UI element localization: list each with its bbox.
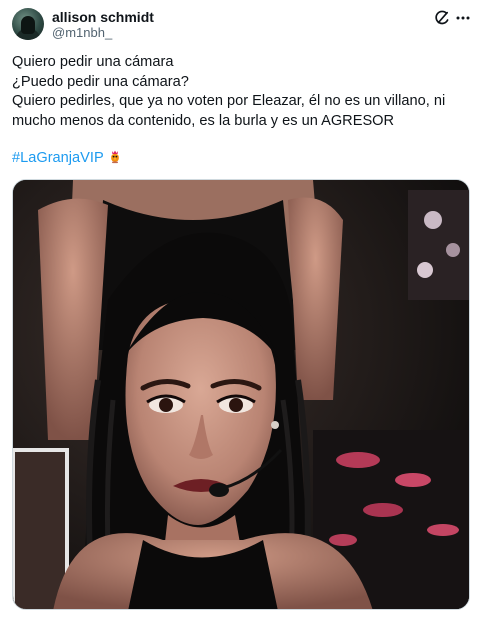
hashtag-row: #LaGranjaVIP: [12, 149, 122, 171]
grok-icon[interactable]: [432, 8, 452, 28]
photo-image: [13, 180, 469, 609]
rooster-emoji: [108, 150, 122, 171]
more-options-icon[interactable]: [453, 8, 473, 28]
tweet-card: allison schmidt @m1nbh_ Quiero pedir una…: [0, 0, 484, 620]
post-text: Quiero pedir una cámara ¿Puedo pedir una…: [12, 53, 474, 131]
post-line-2: ¿Puedo pedir una cámara?: [12, 73, 189, 90]
post-line-3: Quiero pedirles, que ya no voten por Ele…: [12, 93, 446, 129]
hashtag-link[interactable]: #LaGranjaVIP: [12, 150, 104, 166]
post-line-1: Quiero pedir una cámara: [12, 54, 174, 70]
avatar-head: [21, 16, 35, 34]
author-display-name[interactable]: allison schmidt: [52, 9, 154, 25]
author-avatar[interactable]: [12, 8, 44, 40]
post-photo[interactable]: [12, 179, 470, 610]
author-handle[interactable]: @m1nbh_: [52, 25, 112, 40]
